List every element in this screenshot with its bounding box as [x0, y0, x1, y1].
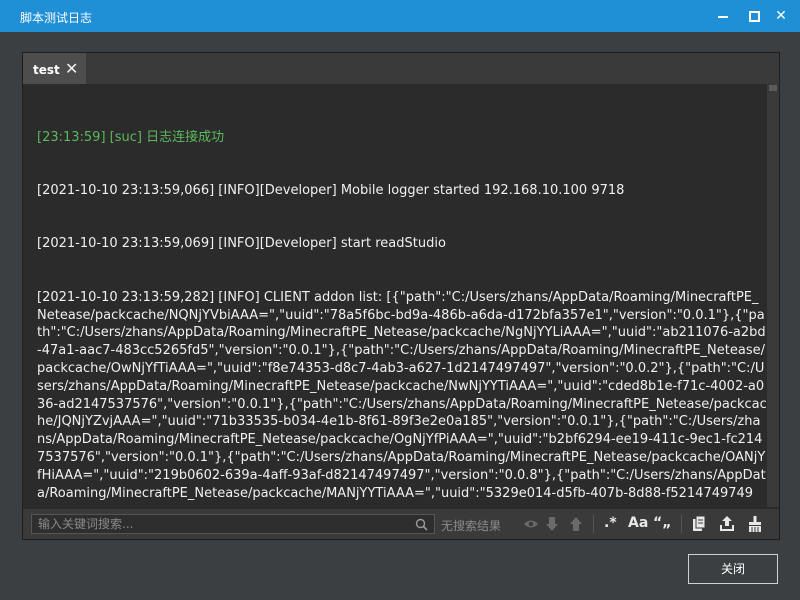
- window-title: 脚本测试日志: [20, 11, 93, 25]
- search-icon[interactable]: [415, 518, 428, 531]
- match-case-toggle[interactable]: Aa: [628, 515, 648, 533]
- arrow-down-icon[interactable]: [545, 515, 559, 533]
- search-bar: 无搜索结果 .* Aa “„: [23, 509, 779, 539]
- log-line: [23:13:59] [suc] 日志连接成功: [37, 129, 225, 145]
- log-scrollbar[interactable]: [767, 83, 779, 507]
- close-window-button[interactable]: ✕: [772, 7, 790, 25]
- log-line: [2021-10-10 23:13:59,282] [INFO] CLIENT …: [37, 289, 767, 501]
- tab-close-icon[interactable]: ✕: [65, 59, 78, 78]
- whole-word-toggle[interactable]: “„: [653, 515, 671, 533]
- tab-label: test: [33, 63, 60, 77]
- tab-bar: test ✕: [23, 53, 779, 84]
- search-status: 无搜索结果: [441, 519, 502, 533]
- eye-icon[interactable]: [523, 515, 539, 533]
- scrollbar-thumb[interactable]: [769, 85, 777, 91]
- log-output: [23:13:59] [suc] 日志连接成功 [2021-10-10 23:1…: [37, 93, 767, 503]
- search-input[interactable]: [31, 514, 435, 534]
- regex-toggle[interactable]: .*: [604, 515, 617, 533]
- close-button[interactable]: 关闭: [688, 554, 778, 584]
- minimize-icon: [718, 16, 728, 18]
- clear-icon[interactable]: [747, 515, 763, 533]
- maximize-button[interactable]: [745, 7, 763, 25]
- export-icon[interactable]: [719, 515, 735, 533]
- maximize-icon: [749, 11, 760, 22]
- log-panel: test ✕ [23:13:59] [suc] 日志连接成功 [2021-10-…: [22, 52, 780, 540]
- arrow-up-icon[interactable]: [569, 515, 583, 533]
- title-bar: 脚本测试日志 ✕: [0, 0, 800, 32]
- tab-test[interactable]: test ✕: [23, 53, 86, 84]
- toolbar-divider: [681, 515, 682, 533]
- copy-icon[interactable]: [691, 515, 707, 533]
- close-icon: ✕: [775, 8, 787, 24]
- log-line: [2021-10-10 23:13:59,069] [INFO][Develop…: [37, 236, 446, 252]
- log-line: [2021-10-10 23:13:59,066] [INFO][Develop…: [37, 182, 625, 198]
- toolbar-divider: [593, 515, 594, 533]
- minimize-button[interactable]: [714, 7, 732, 25]
